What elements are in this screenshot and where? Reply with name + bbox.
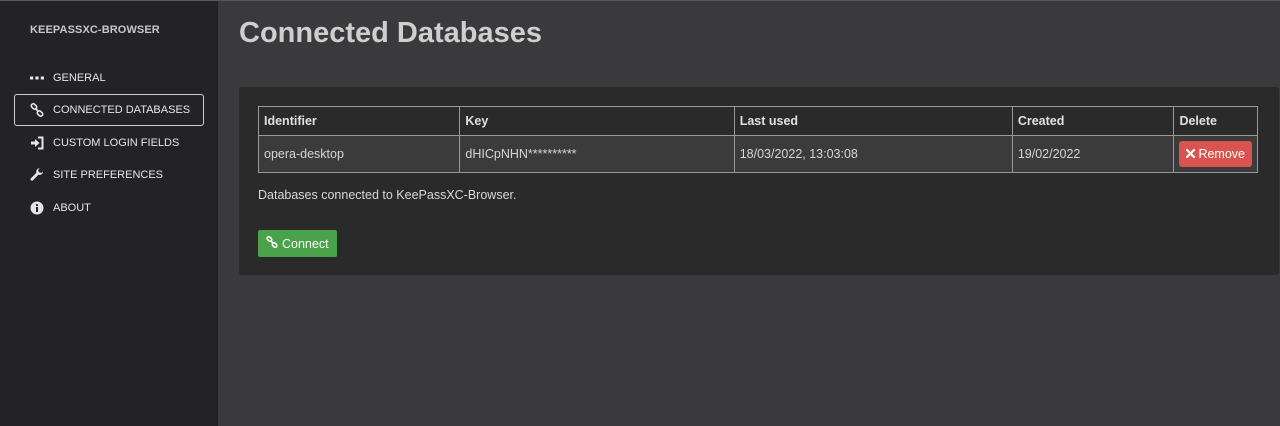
sidebar-item-site-preferences[interactable]: SITE PREFERENCES: [14, 159, 204, 191]
main-content: Connected Databases Identifier Key Last …: [218, 1, 1280, 426]
sidebar-item-label: SITE PREFERENCES: [53, 169, 164, 181]
delete-cell: Remove: [1173, 135, 1258, 173]
identifier-cell: opera-desktop: [257, 135, 461, 173]
info-icon: [29, 200, 45, 216]
created-cell: 19/02/2022: [1011, 135, 1175, 173]
wrench-icon: [29, 167, 45, 183]
sidebar-item-label: CUSTOM LOGIN FIELDS: [53, 137, 180, 149]
link-icon: [266, 235, 278, 251]
remove-button-label: Remove: [1198, 147, 1245, 161]
sidebar-item-label: ABOUT: [53, 202, 91, 214]
connect-button[interactable]: Connect: [258, 230, 337, 257]
key-cell: dHICpNHN**********: [459, 135, 735, 173]
sidebar-item-connected-databases[interactable]: CONNECTED DATABASES: [14, 94, 204, 126]
sidebar-item-label: CONNECTED DATABASES: [53, 104, 191, 116]
ellipsis-icon: [29, 70, 45, 86]
close-icon: [1186, 147, 1196, 161]
databases-table: Identifier Key Last used Created Delete …: [257, 106, 1258, 173]
remove-button[interactable]: Remove: [1179, 141, 1252, 167]
column-header-created: Created: [1011, 106, 1175, 136]
sidebar-item-general[interactable]: GENERAL: [14, 62, 204, 94]
databases-panel: Identifier Key Last used Created Delete …: [239, 87, 1279, 275]
sidebar-item-custom-login-fields[interactable]: CUSTOM LOGIN FIELDS: [14, 127, 204, 159]
table-row: opera-desktop dHICpNHN********** 18/03/2…: [257, 135, 1258, 173]
table-header-row: Identifier Key Last used Created Delete: [257, 106, 1258, 136]
link-icon: [29, 102, 45, 118]
column-header-identifier: Identifier: [257, 106, 461, 136]
connect-button-label: Connect: [282, 236, 329, 251]
sidebar-item-label: GENERAL: [53, 72, 106, 84]
sidebar-item-about[interactable]: ABOUT: [14, 192, 204, 224]
column-header-last-used: Last used: [733, 106, 1013, 136]
sign-in-icon: [29, 135, 45, 151]
column-header-delete: Delete: [1173, 106, 1258, 136]
column-header-key: Key: [459, 106, 735, 136]
last-used-cell: 18/03/2022, 13:03:08: [733, 135, 1013, 173]
app-window: KEEPASSXC-BROWSER GENERAL CONNECTED DATA…: [0, 0, 1280, 426]
page-title: Connected Databases: [239, 17, 542, 49]
status-text: Databases connected to KeePassXC-Browser…: [258, 188, 517, 202]
brand-title: KEEPASSXC-BROWSER: [30, 24, 160, 36]
sidebar: KEEPASSXC-BROWSER GENERAL CONNECTED DATA…: [0, 1, 218, 426]
